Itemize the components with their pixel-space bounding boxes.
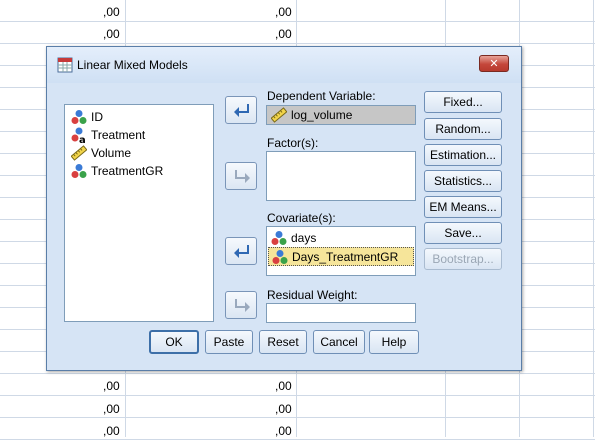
dialog-titlebar[interactable]: Linear Mixed Models ✕ [47, 47, 521, 83]
nominal-icon [272, 249, 288, 265]
arrow-right-icon [235, 170, 250, 183]
source-variable-list[interactable]: ID a Treatment Volume TreatmentGR [64, 104, 214, 322]
bootstrap-button[interactable]: Bootstrap... [424, 248, 502, 270]
arrow-left-icon [234, 104, 249, 117]
fixed-button[interactable]: Fixed... [424, 91, 502, 113]
reset-button[interactable]: Reset [259, 330, 307, 354]
arrow-left-icon [234, 245, 249, 258]
move-to-covariates-button[interactable] [225, 237, 257, 265]
dependent-variable-label: Dependent Variable: [267, 89, 376, 103]
svg-text:a: a [79, 135, 86, 143]
dependent-variable-field[interactable]: log_volume [266, 105, 416, 125]
cell-value[interactable]: ,00 [103, 402, 120, 416]
residual-weight-label: Residual Weight: [267, 288, 358, 302]
residual-weight-field[interactable] [266, 303, 416, 323]
dependent-variable-value: log_volume [291, 108, 353, 122]
grid-row [0, 0, 595, 22]
estimation-button[interactable]: Estimation... [424, 144, 502, 166]
covariates-label: Covariate(s): [267, 211, 336, 225]
cell-value[interactable]: ,00 [103, 379, 120, 393]
help-button[interactable]: Help [369, 330, 419, 354]
linear-mixed-models-dialog: Linear Mixed Models ✕ ID a Treatment Vol… [46, 46, 522, 371]
move-to-residual-weight-button[interactable] [225, 291, 257, 319]
close-button[interactable]: ✕ [479, 55, 509, 72]
paste-button[interactable]: Paste [205, 330, 253, 354]
grid-row [0, 22, 595, 44]
cell-value[interactable]: ,00 [103, 5, 120, 19]
cell-value[interactable]: ,00 [103, 27, 120, 41]
cell-value[interactable]: ,00 [275, 424, 292, 438]
nominal-string-icon: a [71, 127, 87, 146]
cell-value[interactable]: ,00 [275, 5, 292, 19]
cell-value[interactable]: ,00 [275, 379, 292, 393]
em-means-button[interactable]: EM Means... [424, 196, 502, 218]
arrow-right-icon [235, 299, 250, 312]
factors-list[interactable] [266, 151, 416, 201]
nominal-icon [271, 230, 287, 246]
nominal-icon [71, 109, 87, 125]
cancel-button[interactable]: Cancel [313, 330, 365, 354]
close-icon: ✕ [489, 57, 499, 70]
cell-value[interactable]: ,00 [275, 402, 292, 416]
dialog-title: Linear Mixed Models [77, 58, 188, 72]
covariates-list[interactable]: days Days_TreatmentGR [266, 226, 416, 276]
move-to-dependent-button[interactable] [225, 96, 257, 124]
factors-label: Factor(s): [267, 136, 319, 150]
scale-ruler-icon [270, 107, 288, 123]
statistics-button[interactable]: Statistics... [424, 170, 502, 192]
nominal-icon [71, 163, 87, 179]
grid-column-line [593, 0, 594, 437]
cell-value[interactable]: ,00 [275, 27, 292, 41]
grid-row [0, 396, 595, 418]
cell-value[interactable]: ,00 [103, 424, 120, 438]
move-to-factors-button[interactable] [225, 162, 257, 190]
scale-ruler-icon [70, 145, 88, 161]
ok-button[interactable]: OK [149, 330, 199, 354]
spss-dialog-icon [57, 57, 73, 73]
grid-row [0, 374, 595, 396]
list-item-selected[interactable]: Days_TreatmentGR [268, 247, 414, 266]
random-button[interactable]: Random... [424, 118, 502, 140]
save-button[interactable]: Save... [424, 222, 502, 244]
